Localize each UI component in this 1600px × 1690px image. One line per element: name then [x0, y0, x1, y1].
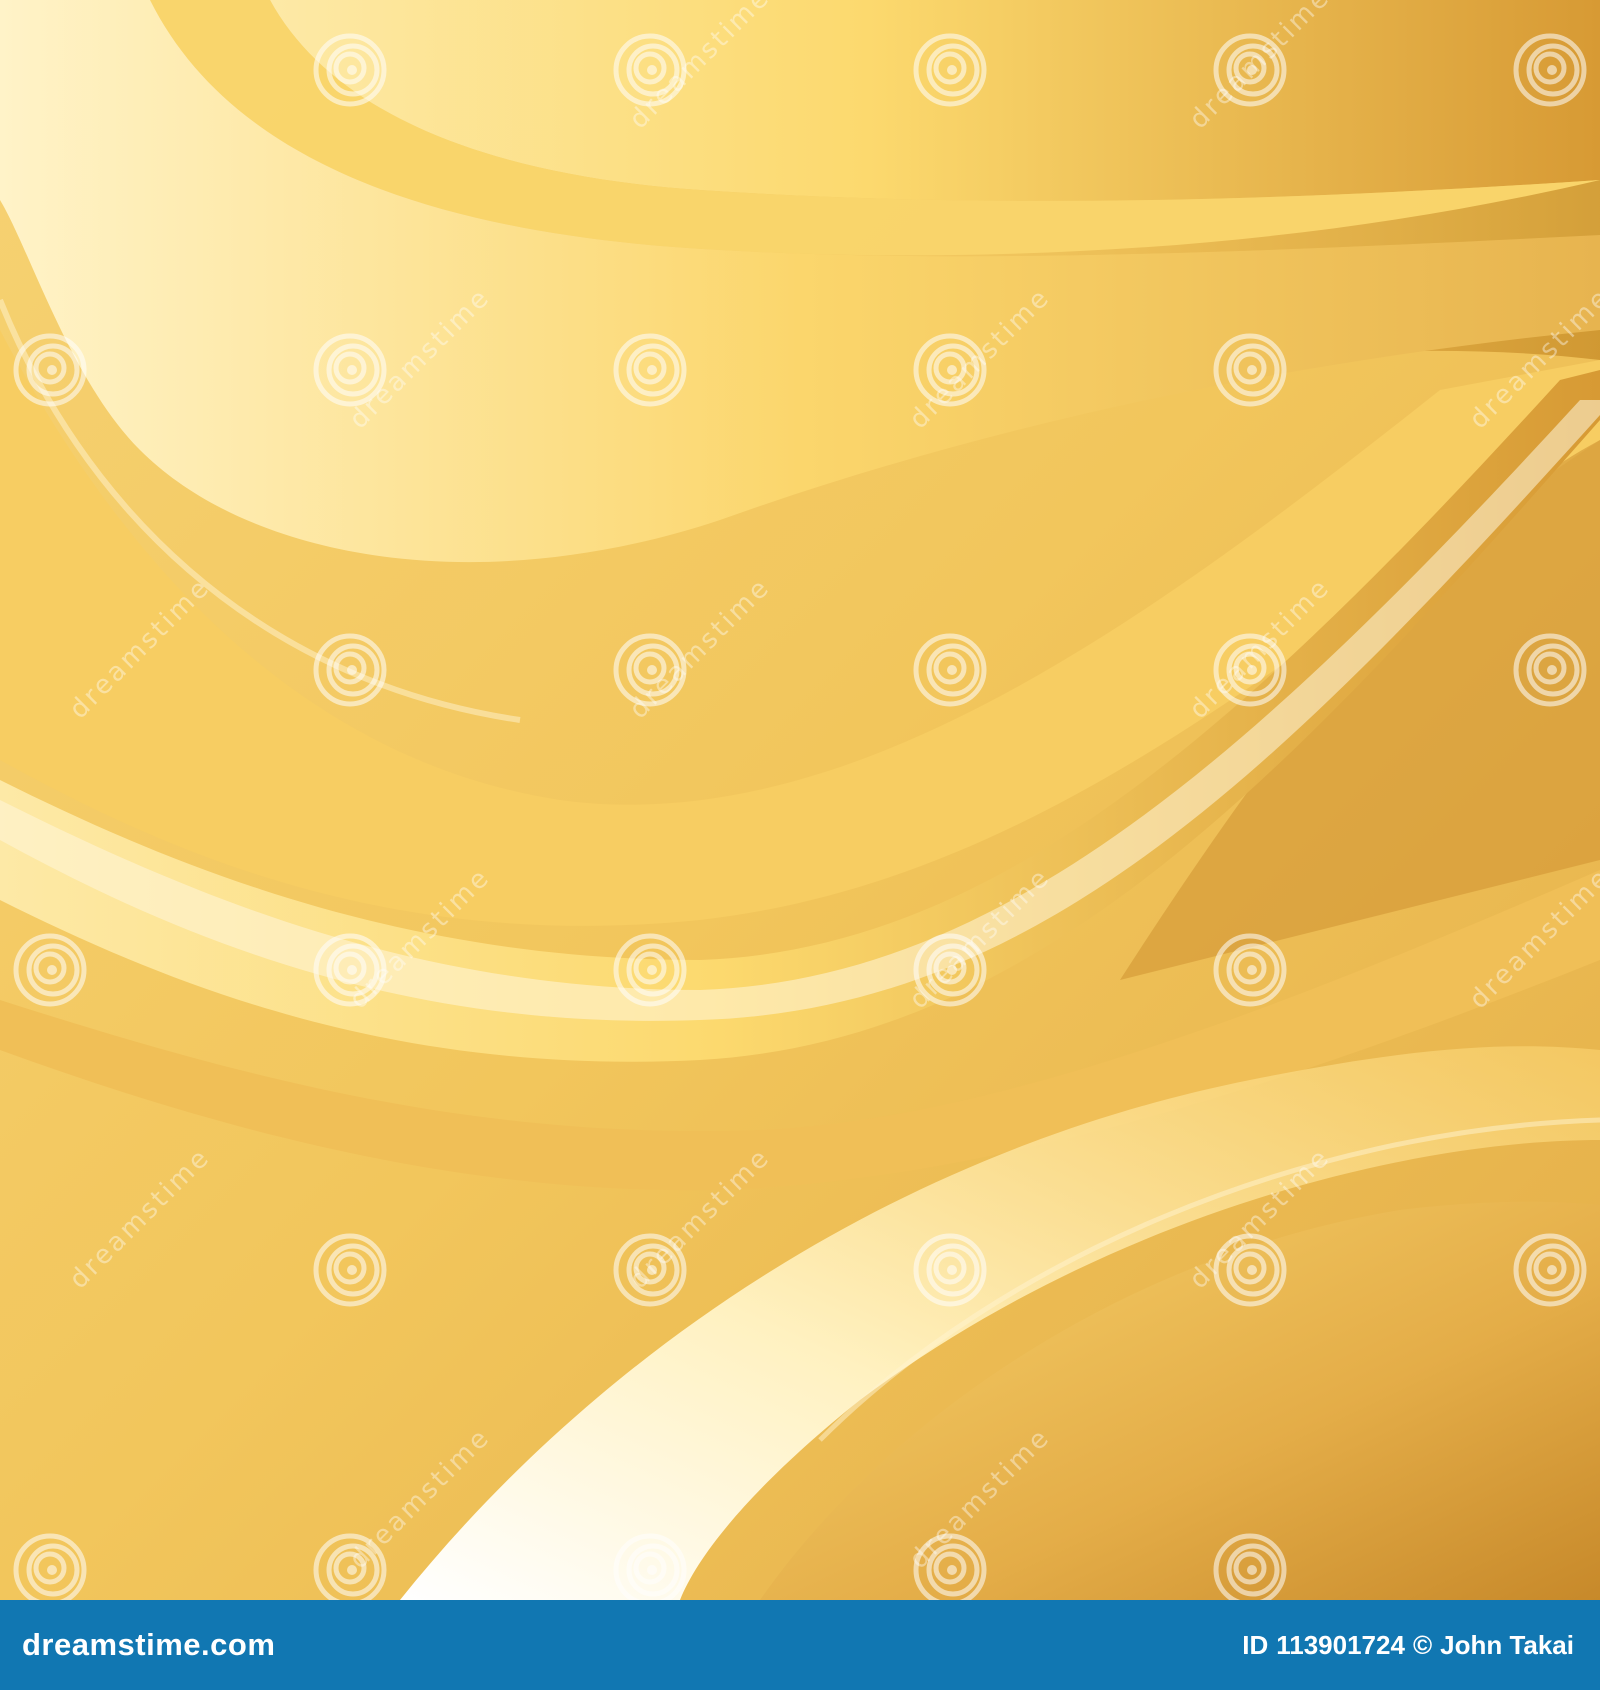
footer-credit: ID 113901724 © John Takai	[1242, 1630, 1574, 1661]
footer-site-link[interactable]: dreamstime.com	[22, 1627, 275, 1663]
stock-image-preview: dreamstime dreamstime dreamstime dreamstime…	[0, 0, 1600, 1690]
image-id-value: 113901724	[1276, 1629, 1405, 1660]
author-name: John Takai	[1440, 1629, 1574, 1660]
copyright-symbol: ©	[1412, 1629, 1433, 1660]
footer-bar: dreamstime.com ID 113901724 © John Takai	[0, 1600, 1600, 1690]
site-name: dreamstime.com	[22, 1627, 276, 1662]
image-id-label: ID	[1242, 1629, 1269, 1660]
golden-wave-background	[0, 0, 1600, 1600]
